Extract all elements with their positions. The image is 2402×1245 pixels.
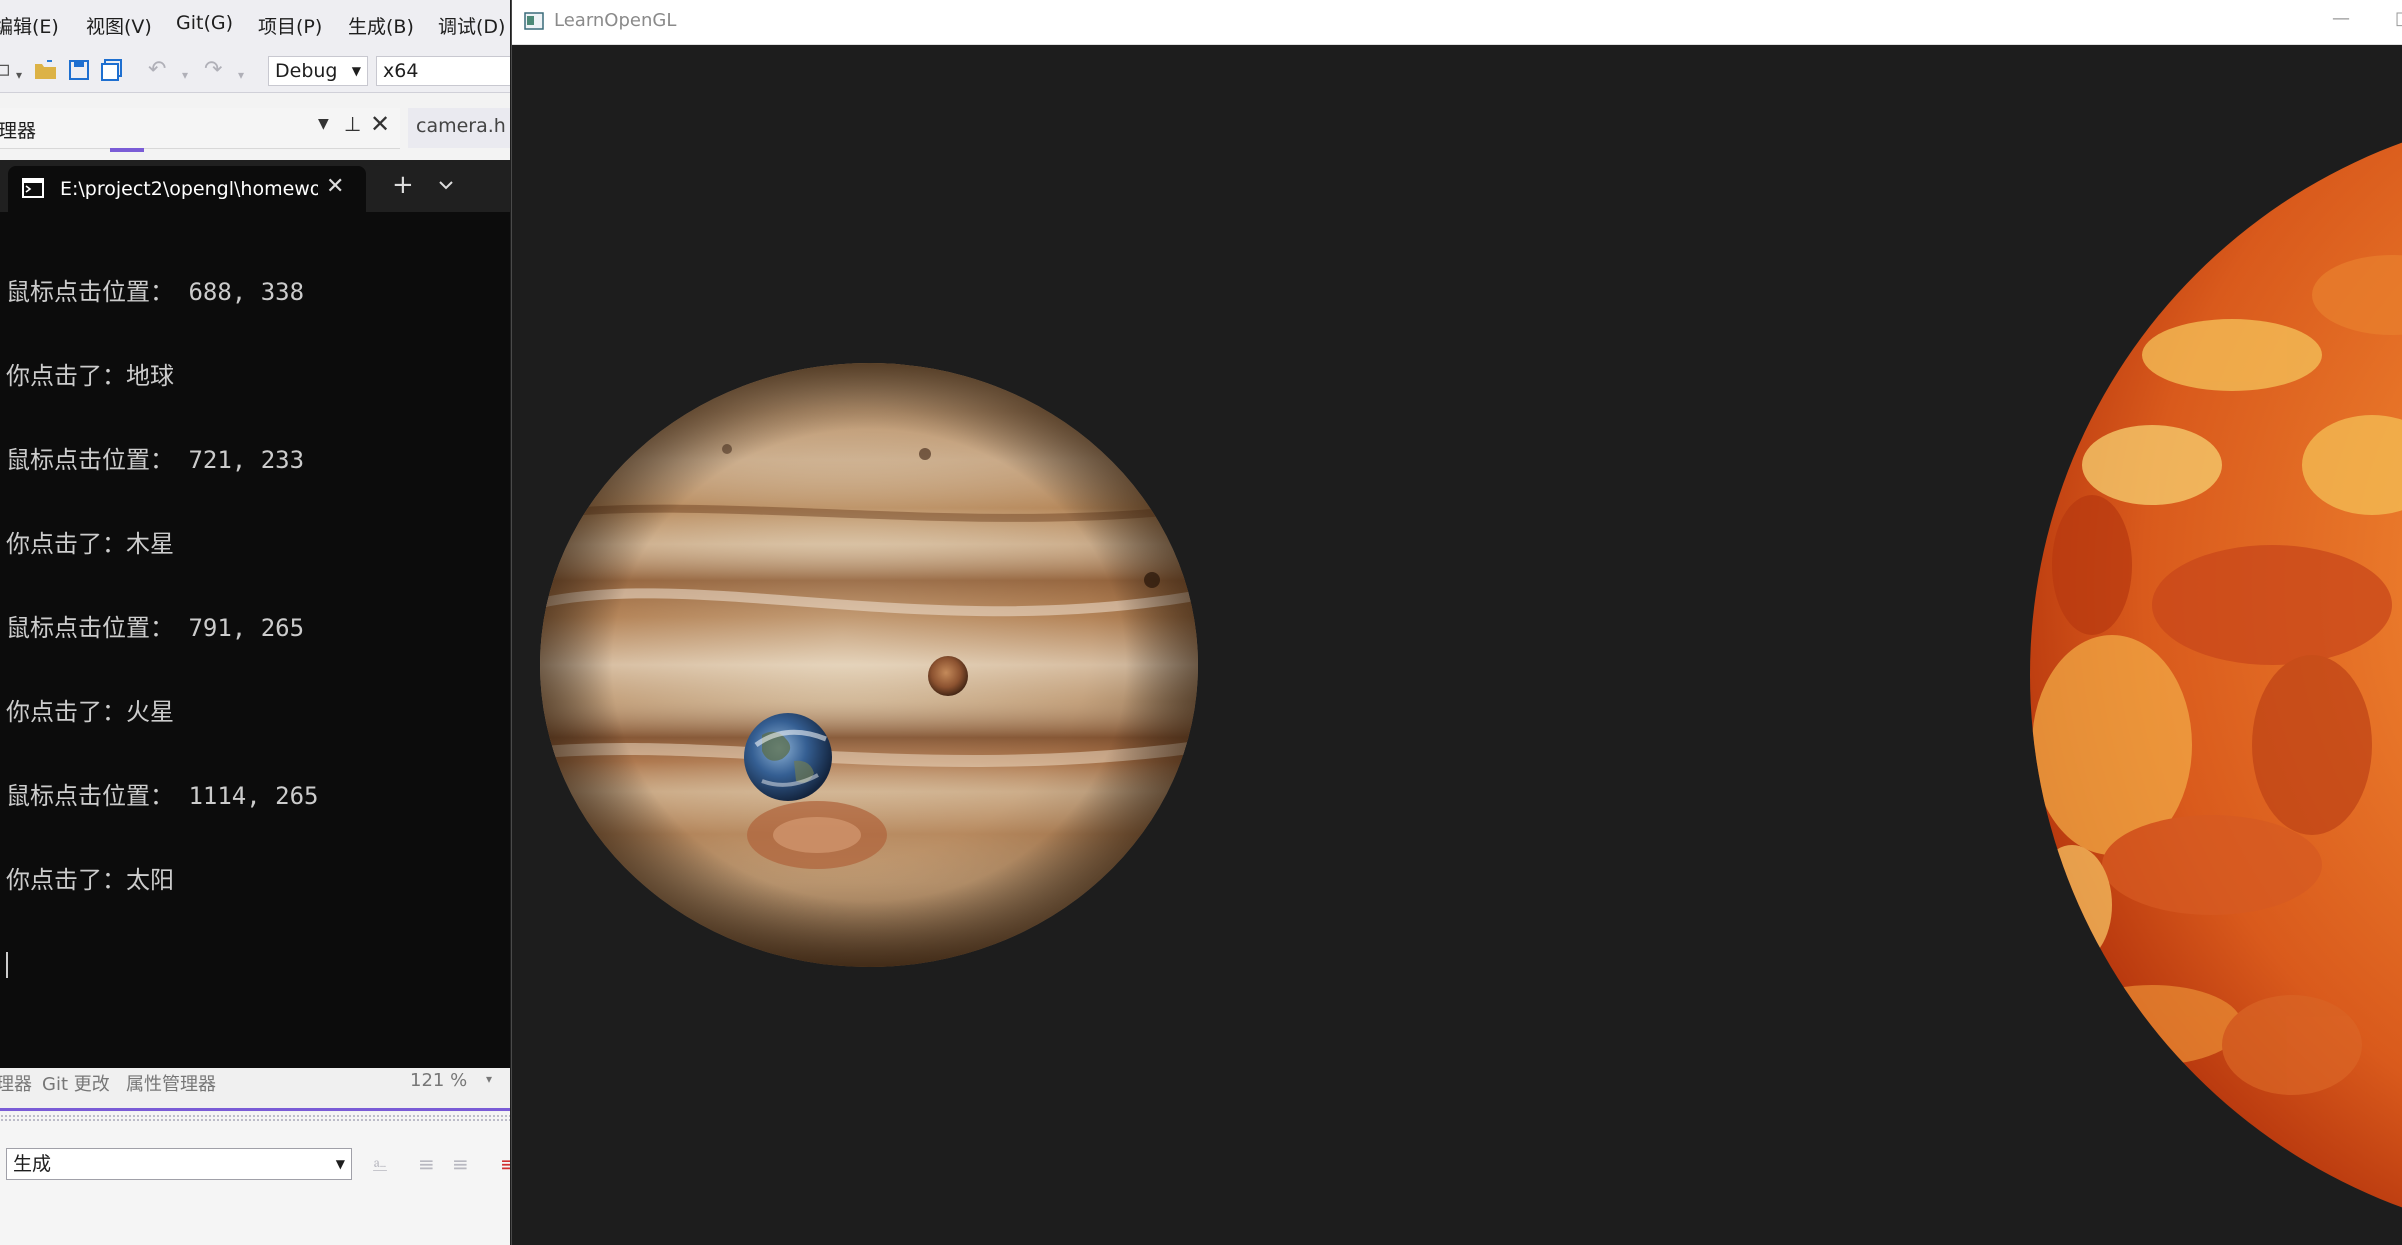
terminal-line: 鼠标点击位置： 791, 265 (6, 614, 305, 642)
dropdown-chevron-icon[interactable]: ▾ (16, 64, 22, 86)
splitter-grip[interactable] (0, 1114, 510, 1122)
sun[interactable] (2030, 108, 2402, 1242)
visual-studio-window: 编辑(E) 视图(V) Git(G) 项目(P) 生成(B) 调试(D) ▫ ▾… (0, 0, 510, 1245)
chevron-down-icon: ▼ (335, 1157, 345, 1171)
previous-message-icon[interactable]: ≡ (418, 1152, 435, 1176)
close-tab-icon[interactable]: ✕ (326, 174, 344, 199)
terminal-line: 你点击了：地球 (6, 362, 174, 390)
tab-git-changes[interactable]: Git 更改 (42, 1070, 110, 1096)
terminal-tab-title: E:\project2\opengl\homeworl (60, 178, 318, 200)
minimize-icon[interactable]: — (2332, 8, 2350, 29)
terminal-cursor-line (6, 950, 506, 978)
redo-dropdown-icon[interactable]: ▾ (238, 64, 244, 86)
save-icon[interactable] (68, 59, 90, 86)
maximize-icon[interactable]: ▯ (2395, 8, 2402, 29)
zoom-level[interactable]: 121 % (410, 1070, 467, 1091)
new-tab-button[interactable]: + (392, 170, 414, 200)
menu-edit[interactable]: 编辑(E) (0, 12, 59, 39)
bottom-panel-tabs: 理器 Git 更改 属性管理器 121 % ▾ (0, 1068, 510, 1111)
terminal-tab-bar: E:\project2\opengl\homeworl ✕ + (0, 160, 510, 212)
jupiter-limb (540, 363, 1198, 967)
redo-icon[interactable]: ↷ (204, 59, 222, 81)
undo-dropdown-icon[interactable]: ▾ (182, 64, 188, 86)
terminal-window: E:\project2\opengl\homeworl ✕ + 鼠标点击位置： … (0, 160, 510, 1080)
app-icon (524, 12, 544, 34)
platform-select[interactable]: x64 (376, 56, 510, 86)
panel-title: 理器 (0, 120, 37, 142)
solution-explorer-header: 理器 ▼ ⊥ ✕ (0, 108, 400, 149)
terminal-line: 你点击了：木星 (6, 530, 174, 558)
platform-value: x64 (383, 60, 419, 82)
pin-icon[interactable]: ⊥ (344, 112, 361, 136)
output-source-value: 生成 (13, 1153, 52, 1175)
tab-dropdown-icon[interactable] (438, 176, 454, 195)
menu-project[interactable]: 项目(P) (258, 12, 322, 39)
terminal-line: 鼠标点击位置： 721, 233 (6, 446, 305, 474)
output-source-select[interactable]: 生成 ▼ (6, 1148, 352, 1180)
menu-git[interactable]: Git(G) (176, 12, 233, 34)
menu-bar: 编辑(E) 视图(V) Git(G) 项目(P) 生成(B) 调试(D) (0, 0, 510, 50)
render-viewport[interactable] (512, 45, 2402, 1245)
menu-view[interactable]: 视图(V) (86, 12, 152, 39)
zoom-dropdown-icon[interactable]: ▾ (486, 1072, 492, 1086)
terminal-tab[interactable]: E:\project2\opengl\homeworl ✕ (8, 166, 366, 212)
terminal-output[interactable]: 鼠标点击位置： 688, 338 你点击了：地球 鼠标点击位置： 721, 23… (6, 222, 506, 1034)
undo-icon[interactable]: ↶ (148, 59, 166, 81)
menu-debug[interactable]: 调试(D) (438, 12, 505, 39)
find-message-icon[interactable]: ⎁ (372, 1152, 388, 1176)
window-title: LearnOpenGL (554, 10, 677, 31)
opengl-window: LearnOpenGL — ▯ (511, 0, 2402, 1245)
panel-indicator (110, 148, 144, 152)
terminal-line: 鼠标点击位置： 1114, 265 (6, 782, 319, 810)
save-all-icon[interactable] (100, 59, 124, 86)
menu-build[interactable]: 生成(B) (348, 12, 414, 39)
jupiter[interactable] (512, 345, 1512, 1045)
text-cursor (6, 952, 8, 978)
clear-all-icon[interactable]: ≡ (500, 1152, 510, 1176)
earth[interactable] (744, 713, 832, 801)
editor-tab-label: camera.h (416, 115, 506, 137)
earth-body (744, 713, 832, 801)
mars[interactable] (928, 656, 968, 696)
configuration-select[interactable]: Debug ▼ (268, 56, 368, 86)
chevron-down-icon: ▼ (351, 64, 361, 78)
next-message-icon[interactable]: ≡ (452, 1152, 469, 1176)
panel-dropdown-icon[interactable]: ▼ (318, 116, 329, 132)
close-icon[interactable]: ✕ (370, 110, 390, 138)
open-folder-icon[interactable] (34, 59, 58, 86)
gl-title-bar: LearnOpenGL — ▯ (512, 0, 2402, 45)
terminal-line: 鼠标点击位置： 688, 338 (6, 278, 305, 306)
toolbar: ▫ ▾ ↶ ▾ ↷ ▾ Debug ▼ x64 (0, 50, 510, 93)
editor-tab-camera[interactable]: camera.h (408, 108, 510, 148)
tab-property-manager[interactable]: 属性管理器 (126, 1070, 216, 1096)
output-pane: 生成 ▼ ⎁ ≡ ≡ ≡ (0, 1112, 510, 1245)
console-icon (22, 178, 44, 203)
tab-solution-explorer[interactable]: 理器 (0, 1070, 32, 1096)
new-item-icon[interactable]: ▫ (0, 59, 11, 81)
configuration-value: Debug (275, 60, 338, 82)
terminal-line: 你点击了：太阳 (6, 866, 174, 894)
terminal-line: 你点击了：火星 (6, 698, 174, 726)
